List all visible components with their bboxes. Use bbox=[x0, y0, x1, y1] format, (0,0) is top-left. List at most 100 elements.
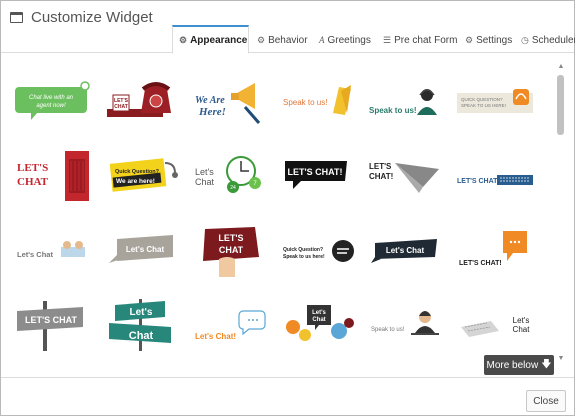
widget-text: Let's Chat! bbox=[195, 332, 236, 341]
widget-text: Let's bbox=[195, 167, 214, 177]
widget-option-5[interactable]: Speak to us! bbox=[367, 73, 449, 129]
widget-option-15[interactable]: LET'S CHAT bbox=[193, 225, 275, 281]
speech-bubble-icon: Let's Chat bbox=[371, 239, 437, 263]
widget-option-23[interactable]: Speak to us! bbox=[367, 297, 449, 353]
more-below-button[interactable]: More below 🡇 bbox=[484, 355, 554, 375]
gear-icon: ⚙ bbox=[465, 34, 474, 45]
paper-plane-icon: LET'S CHAT! bbox=[369, 162, 439, 193]
scrollbar-thumb[interactable] bbox=[557, 75, 564, 135]
widget-option-7[interactable]: LET'S CHAT bbox=[13, 149, 95, 205]
widget-text: Let's Chat bbox=[386, 246, 425, 255]
tab-label: Pre chat Form bbox=[394, 34, 458, 46]
tab-pre-chat-form[interactable]: ☰ Pre chat Form bbox=[383, 27, 457, 53]
widget-text: Let's bbox=[513, 316, 530, 325]
widget-text: LET'S bbox=[369, 162, 392, 171]
widget-option-1[interactable]: Chat live with an agent now! bbox=[13, 73, 95, 129]
widget-text: Chat live with an bbox=[29, 95, 74, 101]
speech-bubble-icon: Let's Chat bbox=[109, 235, 173, 263]
widget-text: CHAT bbox=[17, 176, 49, 188]
widget-text: QUICK QUESTION? bbox=[461, 97, 503, 102]
dialog-footer: Close bbox=[1, 377, 574, 415]
widget-option-13[interactable]: Let's Chat bbox=[13, 225, 95, 281]
widget-text: LET'S bbox=[218, 233, 243, 243]
widget-option-6[interactable]: QUICK QUESTION? SPEAK TO US HERE! bbox=[455, 73, 537, 129]
clock-icon: ◷ bbox=[521, 34, 529, 45]
vertical-scrollbar[interactable]: ▲ ▼ bbox=[554, 63, 568, 363]
tab-label: Settings bbox=[476, 34, 513, 46]
widget-option-14[interactable]: Let's Chat bbox=[105, 225, 187, 281]
list-icon: ☰ bbox=[383, 34, 392, 45]
telephone-icon: LET'S CHAT bbox=[107, 82, 171, 117]
widget-option-17[interactable]: Let's Chat bbox=[367, 225, 449, 281]
widget-option-8[interactable]: Quick Question? We are here! bbox=[105, 149, 187, 205]
widget-text: Let's bbox=[312, 310, 326, 316]
speech-bubble-icon: LET'S CHAT! bbox=[285, 161, 347, 189]
scroll-up-arrow-icon[interactable]: ▲ bbox=[557, 63, 565, 71]
tab-greetings[interactable]: A Greetings bbox=[319, 27, 371, 53]
clock-icon: Let's Chat 24 7 bbox=[195, 156, 261, 193]
more-below-label: More below bbox=[486, 359, 539, 371]
widget-option-9[interactable]: Let's Chat 24 7 bbox=[193, 149, 275, 205]
widget-text: Speak to us here! bbox=[283, 254, 325, 260]
widget-text: We are here! bbox=[116, 178, 155, 185]
widget-text: CHAT bbox=[114, 104, 128, 110]
arrow-down-icon: 🡇 bbox=[541, 358, 552, 370]
widget-text: Speak to us! bbox=[371, 327, 405, 333]
widget-text: Let's bbox=[130, 307, 153, 318]
widget-option-19[interactable]: LET'S CHAT bbox=[13, 297, 95, 353]
widget-text: Let's Chat bbox=[17, 250, 53, 259]
widget-text: Quick Question? bbox=[283, 247, 323, 253]
speech-bubble-icon: Quick Question? We are here! bbox=[109, 158, 178, 192]
window-icon bbox=[10, 12, 23, 23]
widget-text: LET'S CHAT! bbox=[288, 167, 343, 177]
scroll-down-arrow-icon[interactable]: ▼ bbox=[557, 355, 565, 363]
widget-text: CHAT bbox=[219, 245, 244, 255]
widget-option-22[interactable]: Let's Chat bbox=[281, 297, 363, 353]
headset-icon: QUICK QUESTION? SPEAK TO US HERE! bbox=[457, 89, 533, 113]
speech-bubble-icon: Chat live with an agent now! bbox=[15, 81, 90, 120]
widget-option-21[interactable]: Let's Chat! bbox=[193, 297, 275, 353]
widget-text: SPEAK TO US HERE! bbox=[461, 103, 506, 108]
speech-bubble-icon: Let's Chat! bbox=[195, 310, 266, 341]
widget-option-18[interactable]: LET'S CHAT! bbox=[455, 225, 537, 281]
street-sign-icon: Let's Chat bbox=[109, 299, 171, 351]
widget-option-20[interactable]: Let's Chat bbox=[105, 297, 187, 353]
tab-behavior[interactable]: ⚙ Behavior bbox=[257, 27, 308, 53]
tab-appearance[interactable]: ⚙ Appearance bbox=[172, 25, 249, 54]
widget-option-16[interactable]: Quick Question? Speak to us here! bbox=[281, 225, 363, 281]
tab-label: Behavior bbox=[268, 34, 308, 46]
widget-gallery: Chat live with an agent now! LET'S CHAT … bbox=[1, 53, 554, 375]
tab-scheduler[interactable]: ◷ Scheduler bbox=[521, 27, 575, 53]
widget-text: LET'S CHAT! bbox=[459, 260, 502, 267]
widget-text: Speak to us! bbox=[283, 98, 327, 107]
speech-bubble-icon: Quick Question? Speak to us here! bbox=[283, 240, 354, 262]
close-button[interactable]: Close bbox=[526, 390, 566, 412]
tab-label: Appearance bbox=[190, 34, 248, 46]
support-person-icon: Speak to us! bbox=[371, 311, 439, 335]
gear-icon: ⚙ bbox=[179, 34, 188, 45]
hand-holding-sign-icon: LET'S CHAT bbox=[203, 227, 259, 277]
megaphone-icon: We Are Here! bbox=[195, 83, 261, 124]
widget-option-11[interactable]: LET'S CHAT! bbox=[367, 149, 449, 205]
widget-text: Chat bbox=[129, 330, 154, 342]
tab-bar: ⚙ Appearance ⚙ Behavior A Greetings ☰ Pr… bbox=[1, 25, 575, 54]
chat-bubbles-icon: Let's Chat bbox=[286, 305, 354, 341]
widget-text: CHAT! bbox=[369, 172, 393, 181]
tab-label: Greetings bbox=[327, 34, 371, 46]
widget-option-10[interactable]: LET'S CHAT! bbox=[281, 149, 363, 205]
widget-option-24[interactable]: Let's Chat bbox=[455, 297, 537, 353]
tab-label: Scheduler bbox=[531, 34, 575, 46]
dialog-title: Customize Widget bbox=[31, 9, 153, 26]
widget-option-4[interactable]: Speak to us! bbox=[281, 73, 363, 129]
widget-text: LET'S bbox=[17, 162, 48, 174]
widget-option-12[interactable]: LET'S CHAT bbox=[455, 149, 537, 205]
customize-widget-dialog: Customize Widget ⚙ Appearance ⚙ Behavior… bbox=[0, 0, 575, 416]
widget-text: Here! bbox=[198, 106, 226, 118]
widget-text: Chat bbox=[312, 317, 325, 323]
widget-option-2[interactable]: LET'S CHAT bbox=[105, 73, 187, 129]
widget-option-3[interactable]: We Are Here! bbox=[193, 73, 275, 129]
tab-settings[interactable]: ⚙ Settings bbox=[465, 27, 512, 53]
keyboard-icon: LET'S CHAT bbox=[457, 175, 533, 185]
phone-booth-icon: LET'S CHAT bbox=[17, 151, 89, 201]
widget-text: Let's Chat bbox=[126, 245, 165, 254]
